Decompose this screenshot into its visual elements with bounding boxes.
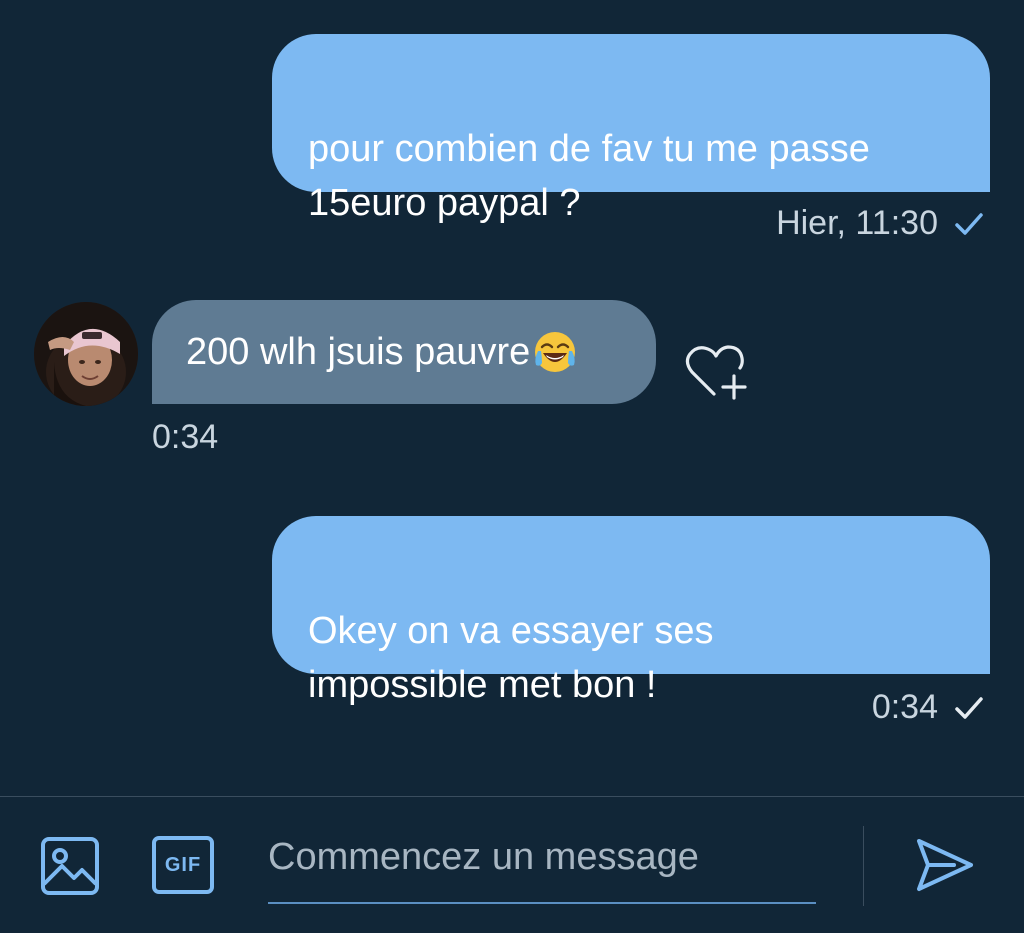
incoming-message-bubble[interactable]: 200 wlh jsuis pauvre — [152, 300, 656, 404]
message-input-field[interactable] — [268, 826, 816, 904]
conversation-screen: pour combien de fav tu me passe 15euro p… — [0, 0, 1024, 933]
avatar-image — [34, 302, 138, 406]
outgoing-message-bubble[interactable]: pour combien de fav tu me passe 15euro p… — [272, 34, 990, 224]
composer-divider — [863, 826, 864, 906]
gif-button[interactable]: GIF — [152, 836, 214, 894]
message-time: 0:34 — [871, 688, 938, 726]
message-meta: Hier, 11:30 — [776, 204, 986, 243]
image-icon[interactable] — [40, 836, 100, 896]
avatar[interactable] — [34, 302, 138, 406]
message-text: 200 wlh jsuis pauvre — [186, 331, 531, 373]
heart-plus-icon[interactable] — [682, 340, 750, 402]
tears-of-joy-emoji — [535, 332, 576, 372]
message-time: 0:34 — [152, 418, 219, 456]
send-icon[interactable] — [914, 834, 976, 896]
check-icon — [955, 212, 983, 235]
check-icon — [955, 696, 983, 719]
message-input[interactable] — [268, 826, 816, 888]
message-meta: 0:34 — [872, 688, 986, 727]
outgoing-message-bubble[interactable]: Okey on va essayer ses impossible met bo… — [272, 516, 990, 706]
message-time: Hier, 11:30 — [776, 204, 938, 242]
gif-label: GIF — [164, 853, 202, 876]
message-text: Okey on va essayer ses impossible met bo… — [308, 610, 714, 706]
